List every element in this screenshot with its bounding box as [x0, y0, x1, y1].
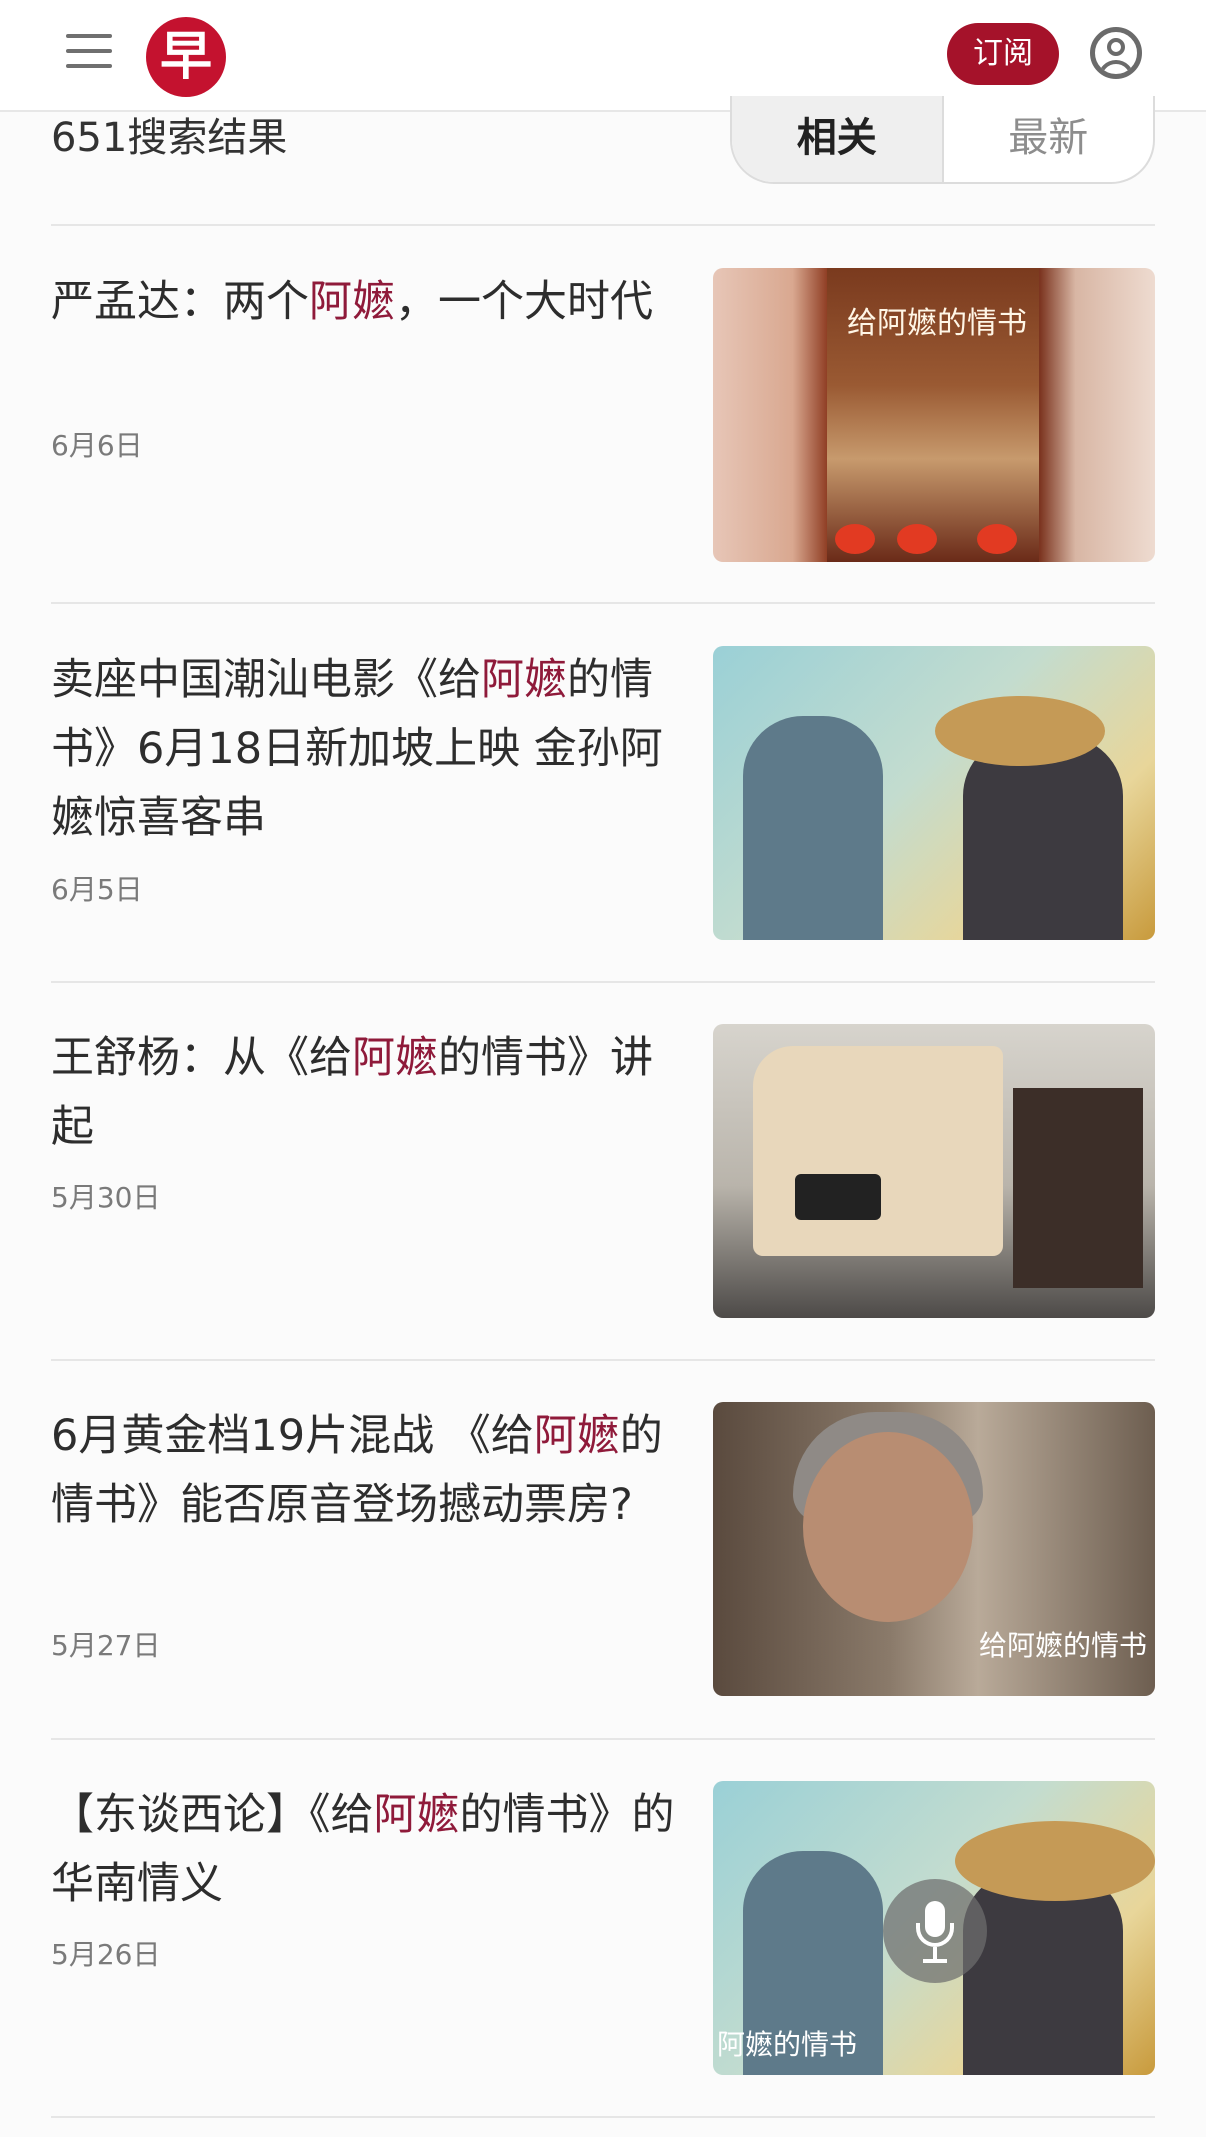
article-date: 6月6日 [51, 429, 143, 462]
article-item[interactable]: 卖座中国潮汕电影《给阿嬷的情书》6月18日新加坡上映 金孙阿嬷惊喜客串 6月5日 [51, 646, 1155, 940]
article-thumbnail[interactable]: 阿嬷的情书 [713, 1781, 1155, 2075]
results-count: 651搜索结果 [51, 115, 288, 161]
article-item[interactable]: 【东谈西论】《给阿嬷的情书》的华南情义 5月26日 阿嬷的情书 [51, 1781, 1155, 2075]
account-icon[interactable] [1090, 27, 1142, 79]
article-date: 5月26日 [51, 1938, 161, 1971]
sort-toggle: 相关 最新 [730, 96, 1155, 184]
article-thumbnail[interactable]: 给阿嬷的情书 [713, 1402, 1155, 1696]
microphone-icon[interactable] [883, 1879, 987, 1983]
divider [51, 224, 1155, 226]
article-date: 5月30日 [51, 1181, 161, 1214]
article-title[interactable]: 【东谈西论】《给阿嬷的情书》的华南情义 [51, 1781, 691, 1919]
article-title[interactable]: 严孟达：两个阿嬷，一个大时代 [51, 268, 691, 337]
menu-icon[interactable] [66, 34, 112, 74]
article-thumbnail[interactable] [713, 1024, 1155, 1318]
divider [51, 602, 1155, 604]
tab-latest[interactable]: 最新 [944, 96, 1154, 182]
article-title[interactable]: 王舒杨：从《给阿嬷的情书》讲起 [51, 1024, 691, 1162]
article-title[interactable]: 卖座中国潮汕电影《给阿嬷的情书》6月18日新加坡上映 金孙阿嬷惊喜客串 [51, 646, 691, 853]
logo[interactable]: 早 [146, 17, 226, 97]
divider [51, 981, 1155, 983]
tab-relevant[interactable]: 相关 [732, 96, 944, 182]
article-title[interactable]: 6月黄金档19片混战 《给阿嬷的情书》能否原音登场撼动票房? [51, 1402, 691, 1540]
divider [51, 1359, 1155, 1361]
article-item[interactable]: 严孟达：两个阿嬷，一个大时代 6月6日 给阿嬷的情书 [51, 268, 1155, 562]
subscribe-button[interactable]: 订阅 [947, 23, 1059, 85]
divider [51, 1738, 1155, 1740]
article-thumbnail[interactable]: 给阿嬷的情书 [713, 268, 1155, 562]
article-thumbnail[interactable] [713, 646, 1155, 940]
article-item[interactable]: 6月黄金档19片混战 《给阿嬷的情书》能否原音登场撼动票房? 5月27日 给阿嬷… [51, 1402, 1155, 1696]
article-date: 5月27日 [51, 1629, 161, 1662]
article-date: 6月5日 [51, 873, 143, 906]
divider [51, 2116, 1155, 2118]
article-item[interactable]: 王舒杨：从《给阿嬷的情书》讲起 5月30日 [51, 1024, 1155, 1318]
